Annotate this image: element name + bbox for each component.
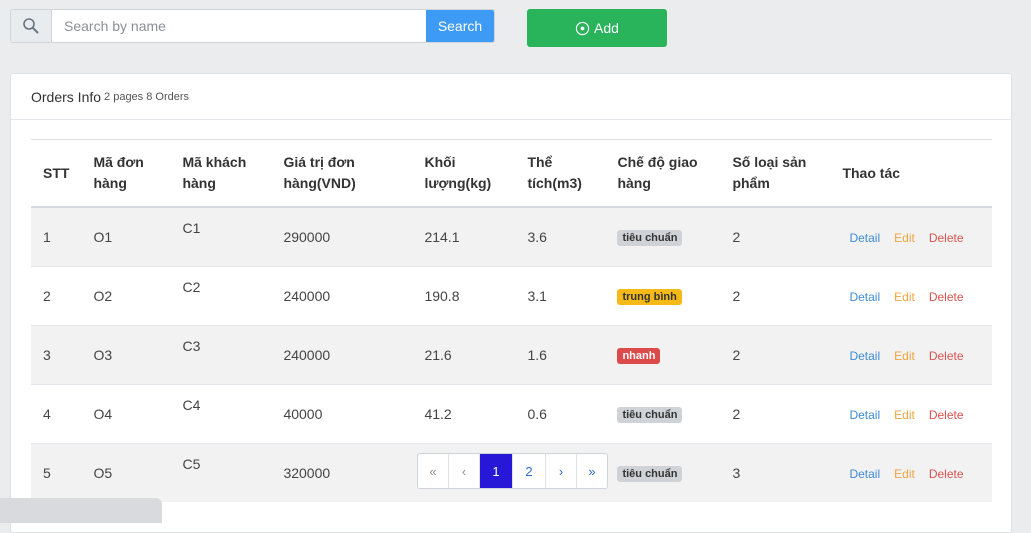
table-header-row: STT Mã đơn hàng Mã khách hàng Giá trị đơ… bbox=[31, 139, 992, 207]
page-last-button[interactable]: » bbox=[576, 454, 607, 488]
cell-order-value: 290000 bbox=[283, 229, 331, 245]
cell-delivery-mode: trung bình bbox=[605, 267, 720, 326]
plus-circle-icon bbox=[575, 21, 590, 36]
cell-product-count: 3 bbox=[732, 465, 741, 481]
delivery-mode-badge: nhanh bbox=[617, 348, 661, 364]
detail-link[interactable]: Detail bbox=[849, 467, 880, 481]
cell-stt: 1 bbox=[43, 229, 51, 245]
cell-product-count: 2 bbox=[732, 347, 741, 363]
edit-link[interactable]: Edit bbox=[894, 467, 915, 481]
detail-link[interactable]: Detail bbox=[849, 231, 880, 245]
header-delivery-mode: Chế độ giao hàng bbox=[617, 154, 698, 191]
cell-stt: 3 bbox=[43, 347, 51, 363]
cell-delivery-mode: tiêu chuẩn bbox=[605, 444, 720, 503]
page-1-button[interactable]: 1 bbox=[479, 454, 512, 488]
cell-product-count: 2 bbox=[732, 406, 741, 422]
cell-actions: Detail Edit Delete bbox=[830, 385, 992, 444]
edit-link[interactable]: Edit bbox=[894, 408, 915, 422]
table-row: 4 O4 C4 40000 41.2 0.6 tiêu chuẩn 2 Detail Edit De… bbox=[31, 384, 992, 444]
cell-customer-id: C1 bbox=[182, 220, 201, 236]
cell-stt: 4 bbox=[43, 406, 51, 422]
cell-product-count: 2 bbox=[732, 288, 741, 304]
table-row: 1 O1 C1 290000 214.1 3.6 tiêu chuẩn 2 Detail Edit… bbox=[31, 207, 992, 267]
cell-order-id: O5 bbox=[93, 465, 113, 481]
delivery-mode-badge: tiêu chuẩn bbox=[617, 407, 683, 423]
table-row: 3 O3 C3 240000 21.6 1.6 nhanh 2 Detail Edit Delete bbox=[31, 325, 992, 385]
cell-order-id: O3 bbox=[93, 347, 113, 363]
cell-volume: 1.6 bbox=[527, 347, 547, 363]
cell-order-value: 40000 bbox=[283, 406, 323, 422]
table-row: 2 O2 C2 240000 190.8 3.1 trung bình 2 Detail Edit… bbox=[31, 266, 992, 326]
delete-link[interactable]: Delete bbox=[929, 231, 964, 245]
card-subtitle: 2 pages 8 Orders bbox=[104, 90, 190, 103]
card-header: Orders Info 2 pages 8 Orders bbox=[11, 74, 1011, 120]
detail-link[interactable]: Detail bbox=[849, 290, 880, 304]
cell-customer-id: C4 bbox=[182, 397, 201, 413]
cell-weight: 190.8 bbox=[424, 288, 460, 304]
cell-volume: 3.1 bbox=[527, 288, 547, 304]
cell-product-count: 2 bbox=[732, 229, 741, 245]
cell-customer-id: C5 bbox=[182, 456, 201, 472]
add-button-label: Add bbox=[594, 20, 619, 36]
cell-weight: 41.2 bbox=[424, 406, 452, 422]
header-order-id: Mã đơn hàng bbox=[93, 154, 144, 191]
cell-weight: 214.1 bbox=[424, 229, 460, 245]
delivery-mode-badge: trung bình bbox=[617, 289, 682, 305]
cell-actions: Detail Edit Delete bbox=[830, 326, 992, 385]
edit-link[interactable]: Edit bbox=[894, 290, 915, 304]
edit-link[interactable]: Edit bbox=[894, 349, 915, 363]
detail-link[interactable]: Detail bbox=[849, 349, 880, 363]
edit-link[interactable]: Edit bbox=[894, 231, 915, 245]
delete-link[interactable]: Delete bbox=[929, 467, 964, 481]
cell-delivery-mode: nhanh bbox=[605, 326, 720, 385]
page-prev-button[interactable]: ‹ bbox=[448, 454, 479, 488]
delete-link[interactable]: Delete bbox=[929, 349, 964, 363]
header-volume: Thể tích(m3) bbox=[527, 154, 582, 191]
delivery-mode-badge: tiêu chuẩn bbox=[617, 230, 683, 246]
header-order-value: Giá trị đơn hàng(VND) bbox=[283, 154, 356, 191]
delete-link[interactable]: Delete bbox=[929, 290, 964, 304]
cell-customer-id: C3 bbox=[182, 338, 201, 354]
cell-volume: 0.6 bbox=[527, 406, 547, 422]
cell-volume: 3.6 bbox=[527, 229, 547, 245]
cell-stt: 2 bbox=[43, 288, 51, 304]
cell-order-id: O4 bbox=[93, 406, 113, 422]
cell-actions: Detail Edit Delete bbox=[830, 267, 992, 326]
orders-card: Orders Info 2 pages 8 Orders STT Mã đơn … bbox=[10, 73, 1012, 533]
search-bar: Search bbox=[10, 9, 495, 43]
cell-weight: 21.6 bbox=[424, 347, 452, 363]
horizontal-scrollbar[interactable] bbox=[0, 498, 162, 523]
cell-order-id: O2 bbox=[93, 288, 113, 304]
card-title: Orders Info bbox=[31, 88, 102, 105]
search-button[interactable]: Search bbox=[426, 10, 494, 42]
cell-delivery-mode: tiêu chuẩn bbox=[605, 207, 720, 267]
cell-customer-id: C2 bbox=[182, 279, 201, 295]
header-actions: Thao tác bbox=[842, 164, 901, 181]
orders-table: STT Mã đơn hàng Mã khách hàng Giá trị đơ… bbox=[31, 139, 992, 502]
add-button[interactable]: Add bbox=[527, 9, 667, 47]
cell-delivery-mode: tiêu chuẩn bbox=[605, 385, 720, 444]
cell-actions: Detail Edit Delete bbox=[830, 207, 992, 267]
delivery-mode-badge: tiêu chuẩn bbox=[617, 466, 683, 482]
header-customer-id: Mã khách hàng bbox=[182, 154, 247, 191]
pagination: «‹ 1 2 ›» bbox=[417, 453, 608, 489]
cell-order-value: 240000 bbox=[283, 288, 331, 304]
cell-actions: Detail Edit Delete bbox=[830, 444, 992, 503]
cell-order-value: 320000 bbox=[283, 465, 331, 481]
cell-stt: 5 bbox=[43, 465, 51, 481]
header-weight: Khối lượng(kg) bbox=[424, 154, 492, 191]
search-icon[interactable] bbox=[11, 10, 52, 42]
cell-order-id: O1 bbox=[93, 229, 113, 245]
search-input[interactable] bbox=[52, 10, 426, 42]
header-product-count: Số loại sản phẩm bbox=[732, 154, 807, 191]
delete-link[interactable]: Delete bbox=[929, 408, 964, 422]
page-next-button[interactable]: › bbox=[545, 454, 576, 488]
header-stt: STT bbox=[43, 164, 70, 181]
page-first-button[interactable]: « bbox=[418, 454, 448, 488]
page-2-button[interactable]: 2 bbox=[512, 454, 545, 488]
detail-link[interactable]: Detail bbox=[849, 408, 880, 422]
cell-order-value: 240000 bbox=[283, 347, 331, 363]
